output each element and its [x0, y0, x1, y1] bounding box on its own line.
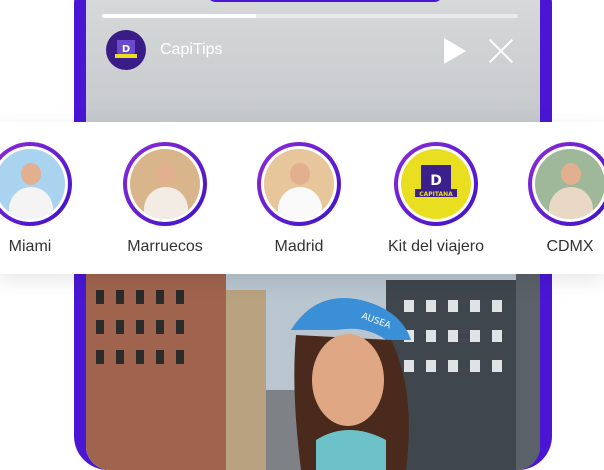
channel-name[interactable]: CapiTips: [160, 41, 223, 59]
story-ring: [257, 142, 341, 226]
story-label: Miami: [8, 238, 52, 255]
story-progress-fill: [102, 14, 256, 18]
story-thumbnail: [130, 149, 200, 219]
story-header: D CapiTips: [106, 30, 223, 70]
story-item-miami[interactable]: Miami: [0, 122, 90, 256]
thumbnail-person-head: [21, 163, 41, 185]
thumbnail-person-head: [290, 163, 310, 185]
channel-avatar[interactable]: D: [106, 30, 146, 70]
capitana-logo-icon: D CAPITANA: [415, 165, 457, 198]
stories-tray: Miami Marruecos Madrid D CAPITANA Kit del via…: [0, 122, 604, 274]
story-item-kit-del-viajero[interactable]: D CAPITANA Kit del viajero: [376, 122, 496, 256]
thumbnail-person-head: [156, 163, 176, 185]
story-label: CDMX: [546, 238, 594, 255]
story-thumbnail: [535, 149, 604, 219]
phone-notch: [206, 0, 444, 2]
svg-text:D: D: [430, 173, 442, 189]
story-label: Madrid: [274, 238, 324, 255]
story-ring-inner: [127, 146, 203, 222]
thumbnail-person-head: [561, 163, 581, 185]
brand-logo-thumbnail: D CAPITANA: [401, 149, 471, 219]
story-ring: [123, 142, 207, 226]
story-ring: [528, 142, 604, 226]
story-ring-inner: D CAPITANA: [398, 146, 474, 222]
story-thumbnail: [0, 149, 65, 219]
story-ring-inner: [532, 146, 604, 222]
story-ring: D CAPITANA: [394, 142, 478, 226]
story-label: Marruecos: [127, 238, 203, 255]
story-progress-bar: [102, 14, 518, 18]
svg-text:D: D: [122, 44, 130, 55]
city-street-photo: AUSEA: [86, 270, 540, 470]
story-item-marruecos[interactable]: Marruecos: [105, 122, 225, 256]
story-item-madrid[interactable]: Madrid: [239, 122, 359, 256]
story-label: Kit del viajero: [387, 238, 485, 255]
story-item-cdmx[interactable]: CDMX: [510, 122, 604, 256]
close-icon[interactable]: [488, 38, 514, 64]
logo-brand-text: CAPITANA: [419, 191, 453, 198]
play-icon[interactable]: [444, 38, 466, 64]
capitana-logo-icon: D: [115, 40, 137, 58]
story-photo: AUSEA: [86, 270, 540, 470]
story-ring-inner: [261, 146, 337, 222]
story-ring: [0, 142, 72, 226]
story-ring-inner: [0, 146, 68, 222]
story-thumbnail: [264, 149, 334, 219]
